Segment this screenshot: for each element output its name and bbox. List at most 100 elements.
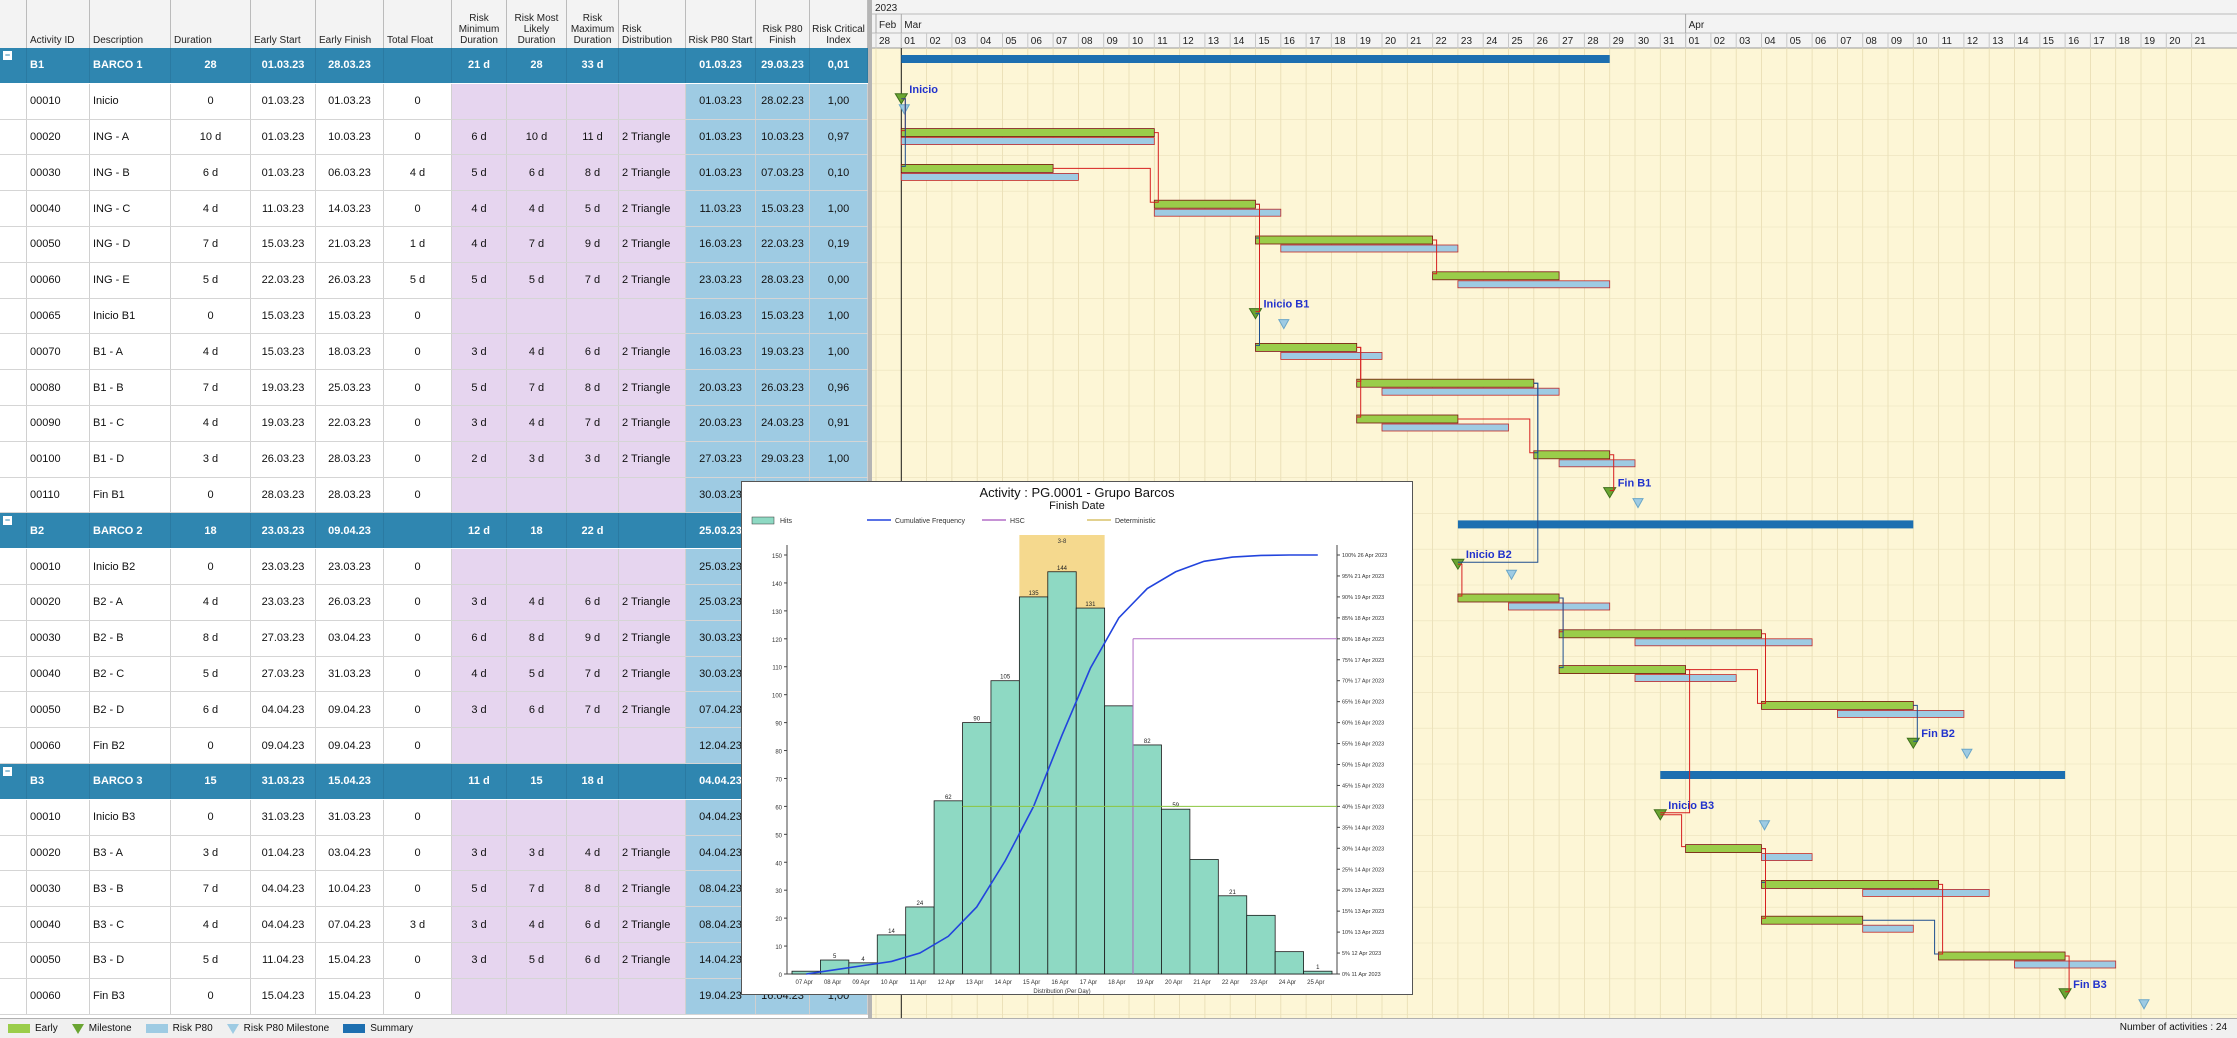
table-row[interactable]: 00070 B1 - A4 d 15.03.23 18.03.23 0 3 d4 d6 d… <box>0 334 868 371</box>
y-tick-label: 60 <box>775 805 782 811</box>
row-selector[interactable] <box>0 334 27 370</box>
table-row[interactable]: 00010 Inicio B3 0 31.03.23 31.03.23 0 04.04.23 <box>0 799 868 836</box>
summary-row[interactable]: − B2 BARCO 2 18 23.03.23 09.04.23 12 d 18 22 d 25… <box>0 513 868 550</box>
table-row[interactable]: 00020 ING - A 10 d 01.03.23 10.03.23 0 6 d 10 d… <box>0 119 868 156</box>
cell-early-finish: 28.03.23 <box>316 441 384 477</box>
header-col-risk-critical-index[interactable]: Risk Critical Index <box>810 0 868 48</box>
table-row[interactable]: 00010 Inicio B2 0 23.03.23 23.03.23 0 25.03.23 <box>0 549 868 585</box>
header-col-early-start[interactable]: Early Start <box>251 0 316 48</box>
cell-risk-most-likely: 3 d <box>507 835 567 871</box>
table-row[interactable]: 00010 Inicio 0 01.03.23 01.03.23 0 01.03.23 28.… <box>0 83 868 120</box>
table-row[interactable]: 00030 B2 - B8 d 27.03.23 03.04.23 0 6 d8 d9 d… <box>0 620 868 657</box>
row-selector[interactable] <box>0 191 27 226</box>
header-col-description[interactable]: Description <box>90 0 171 48</box>
table-row[interactable]: 00040 B2 - C5 d 27.03.23 31.03.23 0 4 d5 d7 d… <box>0 656 868 693</box>
row-selector[interactable] <box>0 907 27 942</box>
row-selector[interactable] <box>0 406 27 441</box>
cell-early-finish: 06.03.23 <box>316 155 384 191</box>
table-row[interactable]: 00090 B1 - C4 d 19.03.23 22.03.23 0 3 d4 d7 d… <box>0 406 868 442</box>
row-selector[interactable] <box>0 298 27 334</box>
row-selector[interactable] <box>0 799 27 835</box>
header-col-risk-most-likely[interactable]: Risk Most Likely Duration <box>507 0 567 48</box>
row-selector[interactable]: − <box>0 764 27 799</box>
cell-risk-most-likely: 8 d <box>507 620 567 656</box>
risk-p80-bar <box>1837 710 1965 718</box>
row-selector[interactable] <box>0 477 27 513</box>
header-col-risk-p80-start[interactable]: Risk P80 Start <box>686 0 756 48</box>
table-row[interactable]: 00060 Fin B2 0 09.04.23 09.04.23 0 12.04.23 <box>0 728 868 764</box>
row-selector[interactable] <box>0 692 27 728</box>
row-selector[interactable]: − <box>0 48 27 83</box>
row-selector[interactable] <box>0 119 27 155</box>
header-col-total-float[interactable]: Total Float <box>384 0 452 48</box>
day-label: 04 <box>1765 36 1777 47</box>
row-selector[interactable] <box>0 871 27 907</box>
cell-activity-id: 00030 <box>27 620 90 656</box>
summary-row[interactable]: − B3 BARCO 3 15 31.03.23 15.04.23 11 d 15 18 d 04… <box>0 764 868 800</box>
risk-p80-bar <box>1862 889 1990 897</box>
row-selector[interactable] <box>0 620 27 656</box>
cell-early-finish: 26.03.23 <box>316 262 384 298</box>
table-row[interactable]: 00050 B3 - D5 d 11.04.23 15.04.23 0 3 d5 d6 d… <box>0 943 868 979</box>
header-col-activity-id[interactable]: Activity ID <box>27 0 90 48</box>
header-col-risk-max[interactable]: Risk Maximum Duration <box>567 0 619 48</box>
table-row[interactable]: 00060 ING - E5 d 22.03.23 26.03.23 5 d5 d5 d… <box>0 262 868 299</box>
table-row[interactable]: 00020 B2 - A4 d 23.03.23 26.03.23 0 3 d4 d6 d… <box>0 585 868 621</box>
risk-milestone-icon <box>1505 569 1518 581</box>
header-col-risk-p80-finish[interactable]: Risk P80 Finish <box>756 0 810 48</box>
row-selector[interactable] <box>0 227 27 262</box>
table-row[interactable]: 00100 B1 - D3 d 26.03.23 28.03.23 0 2 d3 d3 d… <box>0 441 868 478</box>
early-bar <box>1558 665 1686 674</box>
collapse-icon[interactable]: − <box>3 516 12 526</box>
header-col-early-finish[interactable]: Early Finish <box>316 0 384 48</box>
row-selector[interactable] <box>0 943 27 978</box>
row-selector[interactable] <box>0 978 27 1014</box>
summary-row[interactable]: − B1 BARCO 1 28 01.03.23 28.03.23 21 d 28 33 d 01… <box>0 48 868 84</box>
cell-risk-distribution: 2 Triangle <box>619 262 686 298</box>
table-row[interactable]: 00050 ING - D7 d 15.03.23 21.03.23 1 d4 d7 d… <box>0 227 868 263</box>
header-col-risk-min[interactable]: Risk Minimum Duration <box>452 0 507 48</box>
row-selector[interactable] <box>0 549 27 584</box>
row-selector[interactable]: − <box>0 513 27 549</box>
table-row[interactable]: 00020 B3 - A3 d 01.04.23 03.04.23 0 3 d3 d4 d… <box>0 835 868 872</box>
collapse-icon[interactable]: − <box>3 51 12 60</box>
summary-bar <box>901 55 1610 63</box>
table-row[interactable]: 00110 Fin B1 0 28.03.23 28.03.23 0 30.03.23 <box>0 477 868 514</box>
row-selector[interactable] <box>0 585 27 620</box>
header-col-risk-distribution[interactable]: Risk Distribution <box>619 0 686 48</box>
table-row[interactable]: 00080 B1 - B7 d 19.03.23 25.03.23 0 5 d7 d8 d… <box>0 370 868 406</box>
table-row[interactable]: 00065 Inicio B1 0 15.03.23 15.03.23 0 16.03.23… <box>0 298 868 335</box>
table-row[interactable]: 00050 B2 - D6 d 04.04.23 09.04.23 0 3 d6 d7 d… <box>0 692 868 729</box>
row-selector[interactable] <box>0 83 27 119</box>
row-selector[interactable] <box>0 441 27 477</box>
risk-histogram-window[interactable]: Activity : PG.0001 - Grupo Barcos Finish… <box>741 481 1413 995</box>
table-row[interactable]: 00060 Fin B3 0 15.04.23 15.04.23 0 19.04.23 16.… <box>0 978 868 1015</box>
row-selector[interactable] <box>0 155 27 191</box>
cell-risk-distribution <box>619 728 686 763</box>
table-row[interactable]: 00030 B3 - B7 d 04.04.23 10.04.23 0 5 d7 d8 d… <box>0 871 868 908</box>
cell-risk-max <box>567 728 619 763</box>
row-selector[interactable] <box>0 835 27 871</box>
cell-early-finish: 23.03.23 <box>316 549 384 584</box>
row-selector[interactable] <box>0 656 27 692</box>
table-row[interactable]: 00030 ING - B6 d 01.03.23 06.03.23 4 d5 d6 d… <box>0 155 868 192</box>
legend-swatch <box>145 1024 168 1033</box>
header-col-duration[interactable]: Duration <box>171 0 251 48</box>
row-selector[interactable] <box>0 728 27 763</box>
cell-early-finish: 18.03.23 <box>316 334 384 370</box>
y2-tick-label: 40% 15 Apr 2023 <box>1342 804 1384 810</box>
bar-value-label: 5 <box>833 954 837 960</box>
bar-value-label: 90 <box>973 717 980 723</box>
row-selector[interactable] <box>0 262 27 298</box>
row-selector[interactable] <box>0 370 27 405</box>
cell-risk-max: 8 d <box>567 370 619 405</box>
cell-risk-min <box>452 298 507 334</box>
collapse-icon[interactable]: − <box>3 767 12 776</box>
table-row[interactable]: 00040 B3 - C4 d 04.04.23 07.04.23 3 d3 d4 d6… <box>0 907 868 943</box>
cell-risk-critical-index: 0,97 <box>810 119 868 155</box>
cell-risk-p80-start: 20.03.23 <box>686 370 756 405</box>
cell-risk-distribution <box>619 48 686 83</box>
table-row[interactable]: 00040 ING - C4 d 11.03.23 14.03.23 0 4 d4 d5 … <box>0 191 868 227</box>
cell-risk-p80-start: 01.03.23 <box>686 155 756 191</box>
cell-risk-p80-finish: 29.03.23 <box>756 48 810 83</box>
